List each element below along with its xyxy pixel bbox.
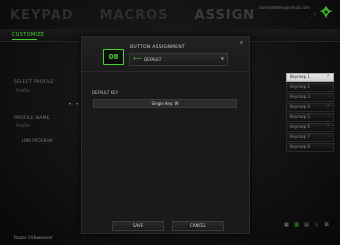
window-controls[interactable]: _ ? xyxy=(311,12,316,17)
keymap-indicator-icon: - xyxy=(328,94,330,99)
arrow-left-icon: ⟵ xyxy=(133,55,142,62)
tab-macros[interactable]: MACROS xyxy=(100,8,169,23)
tab-keypad[interactable]: KEYPAD xyxy=(10,8,74,23)
keymap-list: Keymap 1 ^ Keymap 2 Keymap 3 - Keymap 4 ^ K… xyxy=(286,73,334,153)
subtab-customize[interactable]: CUSTOMIZE xyxy=(12,32,44,38)
document-icon[interactable]: ▯ xyxy=(313,222,320,228)
lighting-icon[interactable]: ▥ xyxy=(293,222,300,228)
select-profile-dropdown[interactable]: Profile xyxy=(16,89,30,94)
keymap-indicator-icon: - xyxy=(328,114,330,119)
keymap-label: Keymap 4 xyxy=(290,104,310,109)
keymap-label: Keymap 5 xyxy=(290,114,310,119)
keymap-item-8[interactable]: Keymap 8 xyxy=(286,143,334,152)
profile-name-field[interactable]: Profile xyxy=(16,124,30,129)
keymap-item-3[interactable]: Keymap 3 - xyxy=(286,93,334,102)
save-button[interactable]: SAVE xyxy=(112,221,164,231)
subtab-underline xyxy=(12,39,37,40)
bottom-toolbar: ▦ ▥ ▤ ▯ ⊠ xyxy=(283,222,330,228)
dialog-title: BUTTON ASSIGNMENT xyxy=(130,45,186,50)
keymap-indicator-icon: ^ xyxy=(326,104,330,109)
cancel-button[interactable]: CANCEL xyxy=(172,221,224,231)
keymap-indicator-icon: ^ xyxy=(326,124,330,129)
link-program-toggle[interactable]: LINK PROGRAM xyxy=(22,138,53,143)
keymap-item-1[interactable]: Keymap 1 ^ xyxy=(286,73,334,82)
keymap-item-7[interactable]: Keymap 7 - xyxy=(286,133,334,142)
grid-icon[interactable]: ▤ xyxy=(303,222,310,228)
device-name: Razer Orbweaver xyxy=(14,236,53,241)
chevron-down-icon: ▼ xyxy=(220,56,224,61)
keymap-indicator-icon: - xyxy=(328,134,330,139)
default-key-label: DEFAULT KEY xyxy=(92,90,119,95)
trash-icon[interactable]: ⊠ xyxy=(323,222,330,228)
keymap-label: Keymap 1 xyxy=(290,74,310,79)
key-number-badge: 08 xyxy=(103,49,124,65)
assignment-dropdown[interactable]: ⟵ DEFAULT ▼ xyxy=(129,53,228,66)
default-key-field: Single Key: W xyxy=(93,99,237,108)
keymap-label: Keymap 7 xyxy=(290,134,310,139)
keymap-label: Keymap 8 xyxy=(290,144,310,149)
top-nav: KEYPAD MACROS ASSIGN xyxy=(10,8,281,23)
keymap-item-2[interactable]: Keymap 2 xyxy=(286,83,334,92)
keymap-item-5[interactable]: Keymap 5 - xyxy=(286,113,334,122)
assignment-value: DEFAULT xyxy=(144,57,162,62)
select-profile-label: SELECT PROFILE xyxy=(14,80,54,85)
button-assignment-dialog: x 08 BUTTON ASSIGNMENT ⟵ DEFAULT ▼ DEFAU… xyxy=(81,36,250,234)
keymap-indicator-icon: ^ xyxy=(326,74,330,79)
keymap-label: Keymap 6 xyxy=(290,124,310,129)
keyboard-icon[interactable]: ▦ xyxy=(283,222,290,228)
keymap-label: Keymap 3 xyxy=(290,94,310,99)
tab-assign[interactable]: ASSIGN xyxy=(195,8,256,23)
keymap-item-6[interactable]: Keymap 6 ^ xyxy=(286,123,334,132)
keymap-label: Keymap 2 xyxy=(290,84,310,89)
app-window: KEYPAD MACROS ASSIGN someaddress@email.c… xyxy=(0,0,340,245)
profile-name-label: PROFILE NAME xyxy=(14,116,50,121)
razer-logo-icon xyxy=(319,5,333,19)
close-icon[interactable]: x xyxy=(240,40,243,46)
keymap-item-4[interactable]: Keymap 4 ^ xyxy=(286,103,334,112)
account-email[interactable]: someaddress@email.com xyxy=(259,5,310,10)
